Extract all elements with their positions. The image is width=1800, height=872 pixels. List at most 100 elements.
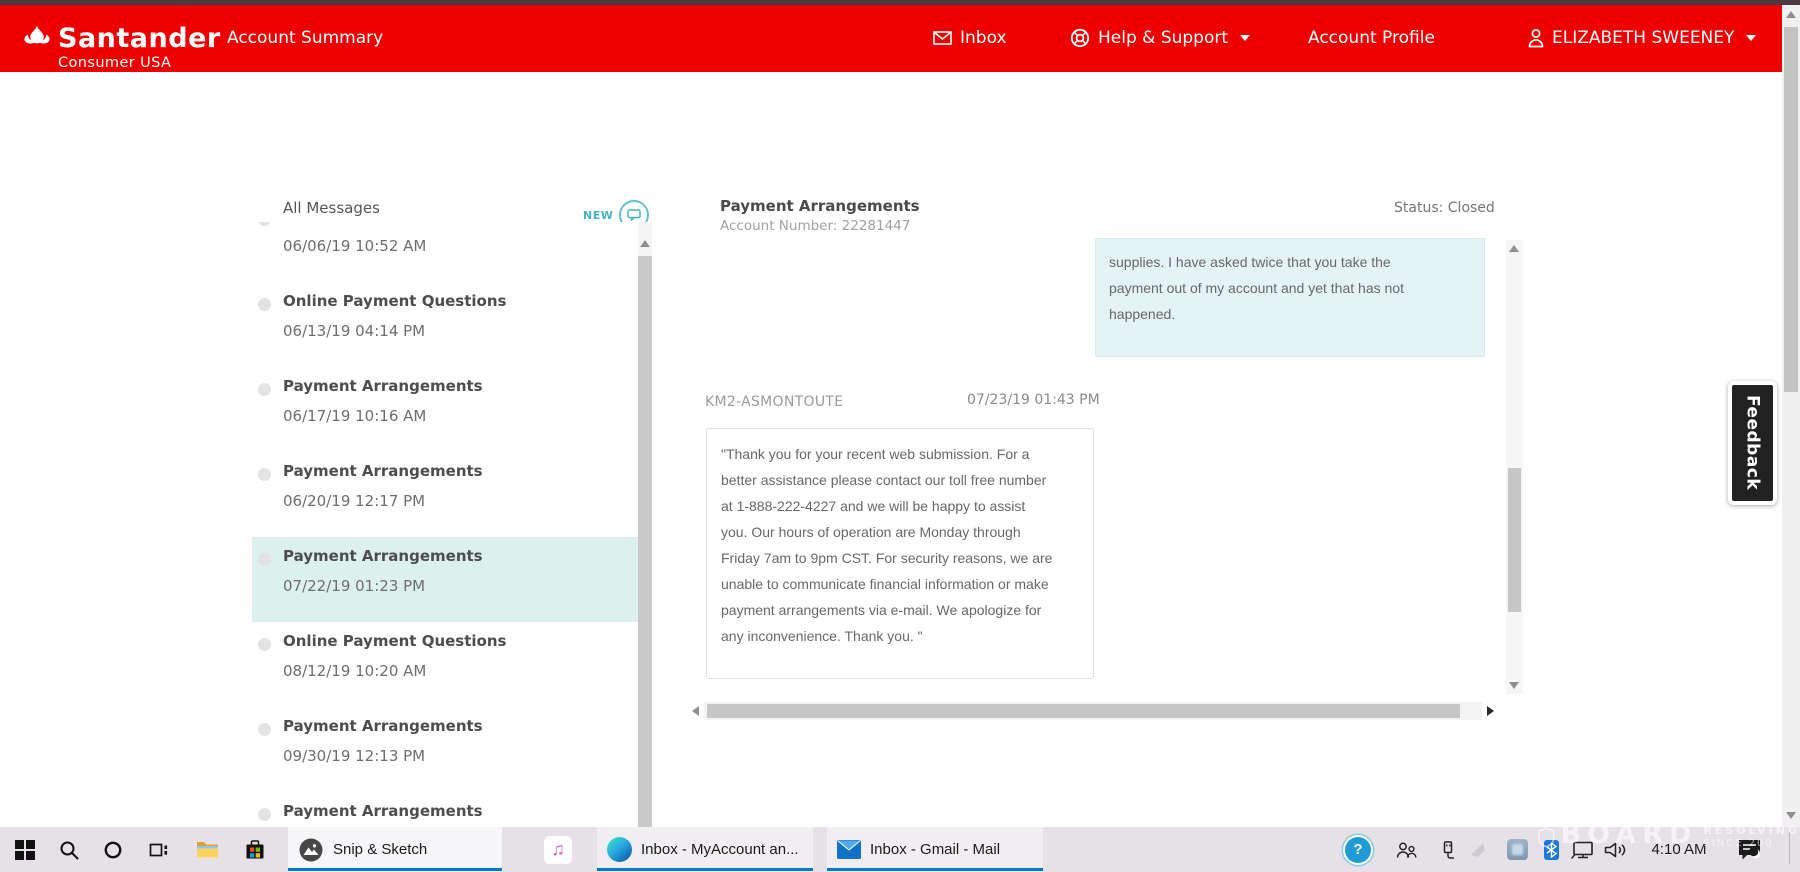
nav-user-name: ELIZABETH SWEENEY	[1552, 28, 1734, 48]
page-scrollbar-thumb[interactable]	[1784, 27, 1798, 392]
taskbar-app-label: Snip & Sketch	[333, 841, 427, 858]
edge-icon	[607, 837, 632, 862]
unread-dot-icon	[258, 723, 271, 736]
screen: Santander Consumer USA Account Summary I…	[0, 0, 1800, 872]
taskbar-clock[interactable]: 4:10 AM	[1642, 827, 1716, 872]
volume-icon[interactable]	[1600, 827, 1632, 872]
nav-account-profile[interactable]: Account Profile	[1308, 28, 1435, 48]
envelope-icon	[933, 31, 952, 45]
unread-dot-icon	[258, 808, 271, 821]
thread-scroll-left-arrow[interactable]	[692, 706, 699, 716]
customer-message-bubble: supplies. I have asked twice that you ta…	[1095, 238, 1485, 357]
message-title: Payment Arrangements	[283, 802, 483, 821]
chevron-down-icon	[1240, 35, 1250, 41]
brand-logo[interactable]: Santander Consumer USA	[22, 25, 221, 71]
inactive-tray-icon[interactable]	[1466, 827, 1490, 872]
taskbar-app-label: Inbox - Gmail - Mail	[870, 841, 1000, 858]
list-item[interactable]: Payment Arrangements 06/20/19 12:17 PM	[252, 452, 638, 538]
itunes-icon[interactable]: ♫	[536, 827, 580, 872]
list-item-selected[interactable]: Payment Arrangements 07/22/19 01:23 PM	[252, 537, 638, 623]
thread-h-scrollbar-thumb[interactable]	[707, 704, 1460, 718]
list-scrollbar-thumb[interactable]	[638, 256, 652, 827]
list-item[interactable]: Online Payment Questions 06/13/19 04:14 …	[252, 282, 638, 368]
message-title: Payment Arrangements	[283, 717, 483, 736]
bluetooth-icon[interactable]	[1539, 827, 1563, 872]
list-scroll-up-arrow[interactable]	[640, 240, 650, 247]
page-scroll-down-arrow[interactable]	[1786, 812, 1796, 819]
message-date: 06/13/19 04:14 PM	[283, 322, 425, 340]
feedback-label: Feedback	[1743, 395, 1763, 490]
message-date: 06/06/19 10:52 AM	[283, 237, 426, 255]
app-header: Santander Consumer USA Account Summary I…	[0, 5, 1782, 72]
list-item[interactable]: Payment Arrangements 09/30/19 12:13 PM	[252, 707, 638, 793]
chevron-down-icon	[1746, 35, 1756, 41]
new-label: NEW	[583, 209, 613, 222]
help-tray-icon[interactable]: ?	[1343, 827, 1373, 872]
taskbar-active-underline	[288, 868, 502, 871]
message-title: Payment Arrangements	[283, 377, 483, 396]
message-date: 08/12/19 10:20 AM	[283, 662, 426, 680]
nav-inbox-label: Inbox	[960, 28, 1007, 48]
taskbar-app-label: Inbox - MyAccount an...	[641, 841, 799, 858]
nav-account-summary-label: Account Summary	[227, 28, 383, 48]
message-title: Online Payment Questions	[283, 292, 506, 311]
nav-user-menu[interactable]: ELIZABETH SWEENEY	[1528, 28, 1756, 48]
message-date: 09/30/19 12:13 PM	[283, 747, 425, 765]
unread-dot-icon	[258, 553, 271, 566]
taskbar-active-underline	[597, 868, 813, 871]
message-title: Online Payment Questions	[283, 632, 506, 651]
usb-icon[interactable]	[1436, 827, 1460, 872]
agent-timestamp: 07/23/19 01:43 PM	[967, 392, 1100, 408]
list-item[interactable]: Payment Arrangements	[252, 792, 638, 827]
network-icon[interactable]	[1567, 827, 1599, 872]
message-date: 06/17/19 10:16 AM	[283, 407, 426, 425]
thread-status: Status: Closed	[1394, 200, 1495, 216]
unread-dot-icon	[258, 298, 271, 311]
unread-dot-icon	[258, 383, 271, 396]
person-icon	[1528, 28, 1544, 48]
message-list: 06/06/19 10:52 AM Online Payment Questio…	[252, 222, 652, 827]
store-icon[interactable]	[236, 827, 274, 872]
people-icon[interactable]	[1392, 827, 1420, 872]
thread-title: Payment Arrangements	[720, 197, 920, 215]
thread-account-number: Account Number: 22281447	[720, 218, 910, 234]
thread-scroll-right-arrow[interactable]	[1487, 706, 1494, 716]
nav-account-summary[interactable]: Account Summary	[227, 28, 383, 48]
thread-scroll-down-arrow[interactable]	[1509, 682, 1519, 689]
message-date: 07/22/19 01:23 PM	[283, 577, 425, 595]
taskbar-app-snip-sketch[interactable]: Snip & Sketch	[288, 827, 502, 872]
cortana-icon[interactable]	[96, 827, 130, 872]
task-view-icon[interactable]	[140, 827, 176, 872]
nav-inbox[interactable]: Inbox	[933, 28, 1007, 48]
page-scroll-up-arrow[interactable]	[1786, 11, 1796, 18]
nav-help-support[interactable]: Help & Support	[1070, 28, 1250, 48]
flame-icon	[22, 25, 52, 52]
search-icon[interactable]	[52, 827, 86, 872]
windows-start-icon[interactable]	[8, 827, 42, 872]
feedback-tab[interactable]: Feedback	[1728, 381, 1777, 505]
thread-scrollbar-thumb[interactable]	[1508, 468, 1521, 612]
taskbar-active-underline	[827, 868, 1043, 871]
agent-message-bubble: "Thank you for your recent web submissio…	[706, 428, 1094, 679]
snip-sketch-icon	[298, 837, 324, 863]
taskbar-divider	[1789, 832, 1790, 864]
agent-id: KM2-ASMONTOUTE	[705, 394, 843, 410]
taskbar-app-mail[interactable]: Inbox - Gmail - Mail	[827, 827, 1043, 872]
thread-scroll-up-arrow[interactable]	[1509, 245, 1519, 252]
unread-dot-icon	[258, 222, 271, 226]
file-explorer-icon[interactable]	[188, 827, 226, 872]
all-messages-label: All Messages	[283, 199, 380, 217]
list-item[interactable]: 06/06/19 10:52 AM	[252, 222, 638, 283]
taskbar-app-edge-myaccount[interactable]: Inbox - MyAccount an...	[597, 827, 813, 872]
nav-account-profile-label: Account Profile	[1308, 28, 1435, 48]
list-item[interactable]: Online Payment Questions 08/12/19 10:20 …	[252, 622, 638, 708]
brand-subtitle: Consumer USA	[58, 56, 221, 71]
clock-label: 4:10 AM	[1651, 841, 1706, 858]
unread-dot-icon	[258, 638, 271, 651]
thread-scrollbar[interactable]	[1506, 240, 1523, 694]
action-center-icon[interactable]	[1732, 827, 1768, 872]
blurred-app-tray-icon[interactable]	[1503, 827, 1531, 872]
mail-icon	[837, 840, 861, 859]
list-item[interactable]: Payment Arrangements 06/17/19 10:16 AM	[252, 367, 638, 453]
message-title: Payment Arrangements	[283, 462, 483, 481]
